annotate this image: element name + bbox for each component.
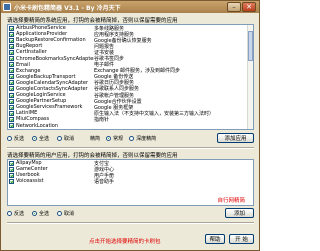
- radio-all[interactable]: [32, 136, 38, 141]
- user-apps-list[interactable]: AlipayMsp 支付宝 GameCenter 游戏中心 Userbook 用户手册 Vo…: [7, 159, 254, 206]
- radio-mode-normal[interactable]: [106, 136, 112, 141]
- checkbox[interactable]: [9, 43, 14, 49]
- checkbox[interactable]: [9, 92, 14, 98]
- add-system-app-button[interactable]: 添加应用: [217, 133, 254, 143]
- user-all-option[interactable]: 全选: [32, 210, 49, 217]
- user-apps-label: 请选择要精简的用户应用，打钩的会被精简掉，否则以保留需要的应用: [7, 153, 178, 159]
- separator: [7, 147, 254, 149]
- checkbox[interactable]: [9, 31, 14, 37]
- system-reverse-option[interactable]: 反选: [7, 135, 24, 142]
- add-user-app-button[interactable]: 添加: [225, 208, 254, 218]
- checkbox[interactable]: [9, 178, 14, 184]
- app-window: 小米卡刷包精简器 V3.1 - By 冷月天下 – ✕ 请选择要精简的系统应用，…: [0, 0, 260, 251]
- system-app-row-rows: AirbusPhoneService 多条线路服务 ApplicationsProv…: [8, 25, 246, 129]
- radio-user-cancel[interactable]: [57, 211, 63, 216]
- checkbox[interactable]: [9, 80, 14, 86]
- start-button[interactable]: 开 始: [229, 234, 254, 244]
- radio-reverse[interactable]: [7, 136, 12, 141]
- checkbox[interactable]: [9, 62, 14, 68]
- system-list-scrollbar[interactable]: [247, 25, 253, 129]
- radio-mode-advanced[interactable]: [129, 136, 135, 141]
- checkbox[interactable]: [9, 110, 14, 116]
- system-app-row[interactable]: NetworkLocation: [8, 123, 246, 129]
- checkbox[interactable]: [9, 74, 14, 80]
- system-cancel-option[interactable]: 取消: [57, 135, 74, 142]
- window-title: 小米卡刷包精简器 V3.1 - By 冷月天下: [14, 4, 121, 12]
- radio-cancel[interactable]: [57, 136, 63, 141]
- user-app-row[interactable]: Voiceassist 语音助手: [8, 178, 246, 185]
- package-name: LatinIME: [16, 110, 38, 117]
- package-name: GoogleServicesFramework: [16, 104, 83, 111]
- checkbox[interactable]: [9, 98, 14, 104]
- radio-user-all[interactable]: [32, 211, 38, 216]
- help-button[interactable]: 帮助: [205, 234, 225, 244]
- package-description: 语音助手: [94, 178, 115, 185]
- minimize-button[interactable]: –: [227, 2, 241, 12]
- user-cancel-option[interactable]: 取消: [57, 210, 74, 217]
- package-name: CertInstaller: [16, 49, 47, 56]
- checkbox[interactable]: [9, 49, 14, 55]
- checkbox[interactable]: [9, 104, 14, 110]
- user-app-row-rows: AlipayMsp 支付宝 GameCenter 游戏中心 Userbook 用户手册 Vo…: [8, 160, 246, 185]
- package-name: GoogleContactsSyncAdapter: [16, 85, 88, 92]
- package-name: BugReport: [16, 43, 43, 50]
- package-description: 原生输入法（不支持中文输入，安装第三方输入法时）: [94, 110, 215, 117]
- checkbox[interactable]: [9, 166, 14, 172]
- package-name: AlipayMsp: [16, 160, 42, 167]
- status-text: 点击开始选择要精简的卡刷包: [89, 239, 161, 245]
- checkbox[interactable]: [9, 160, 14, 166]
- mode-advanced-option[interactable]: 深度精简: [129, 135, 156, 142]
- package-name: AirbusPhoneService: [16, 25, 66, 32]
- package-name: GoogleLoginService: [16, 92, 66, 99]
- mode-normal-option[interactable]: 常规: [106, 135, 123, 142]
- checkbox[interactable]: [9, 123, 14, 129]
- checkbox[interactable]: [9, 37, 14, 43]
- package-name: GameCenter: [16, 166, 48, 173]
- package-name: BackupRestoreConfirmation: [16, 37, 86, 44]
- radio-user-reverse[interactable]: [7, 211, 12, 216]
- package-name: Email: [16, 61, 30, 68]
- package-description: 指南针: [94, 116, 110, 123]
- checkbox[interactable]: [9, 172, 14, 178]
- user-actions-bar: 反选 全选 取消: [7, 210, 74, 217]
- checkbox[interactable]: [9, 86, 14, 92]
- package-name: MiuiCompass: [16, 116, 50, 123]
- custom-slim-link[interactable]: 自行网精简: [217, 196, 245, 204]
- close-button[interactable]: ✕: [242, 2, 256, 12]
- system-apps-label: 请选择要精简的系统应用，打钩的会被精简掉，否则以保留需要的应用: [7, 18, 178, 24]
- package-name: GoogleBackupTransport: [16, 73, 76, 80]
- separator: [7, 222, 254, 224]
- checkbox[interactable]: [9, 68, 14, 74]
- checkbox[interactable]: [9, 116, 14, 122]
- mode-label: 精简: [90, 136, 101, 142]
- system-apps-list[interactable]: AirbusPhoneService 多条线路服务 ApplicationsProv…: [7, 24, 254, 130]
- package-name: ChromeBookmarksSyncAdapter: [16, 55, 94, 62]
- checkbox[interactable]: [9, 25, 14, 31]
- scrollbar-thumb[interactable]: [248, 31, 253, 61]
- app-icon: [3, 3, 11, 11]
- package-name: GooglePartnerSetup: [16, 98, 67, 105]
- package-name: Userbook: [16, 172, 40, 179]
- package-name: NetworkLocation: [16, 122, 59, 129]
- title-bar[interactable]: 小米卡刷包精简器 V3.1 - By 冷月天下 – ✕: [1, 1, 259, 13]
- user-reverse-option[interactable]: 反选: [7, 210, 24, 217]
- system-actions-bar: 反选 全选 取消 精简 常规 深度精简: [7, 135, 156, 142]
- system-all-option[interactable]: 全选: [32, 135, 49, 142]
- package-name: Exchange: [16, 67, 41, 74]
- checkbox[interactable]: [9, 56, 14, 62]
- package-name: Voiceassist: [16, 178, 44, 185]
- package-name: ApplicationsProvider: [16, 31, 68, 38]
- package-name: GoogleCalendarSyncAdapter: [16, 79, 89, 86]
